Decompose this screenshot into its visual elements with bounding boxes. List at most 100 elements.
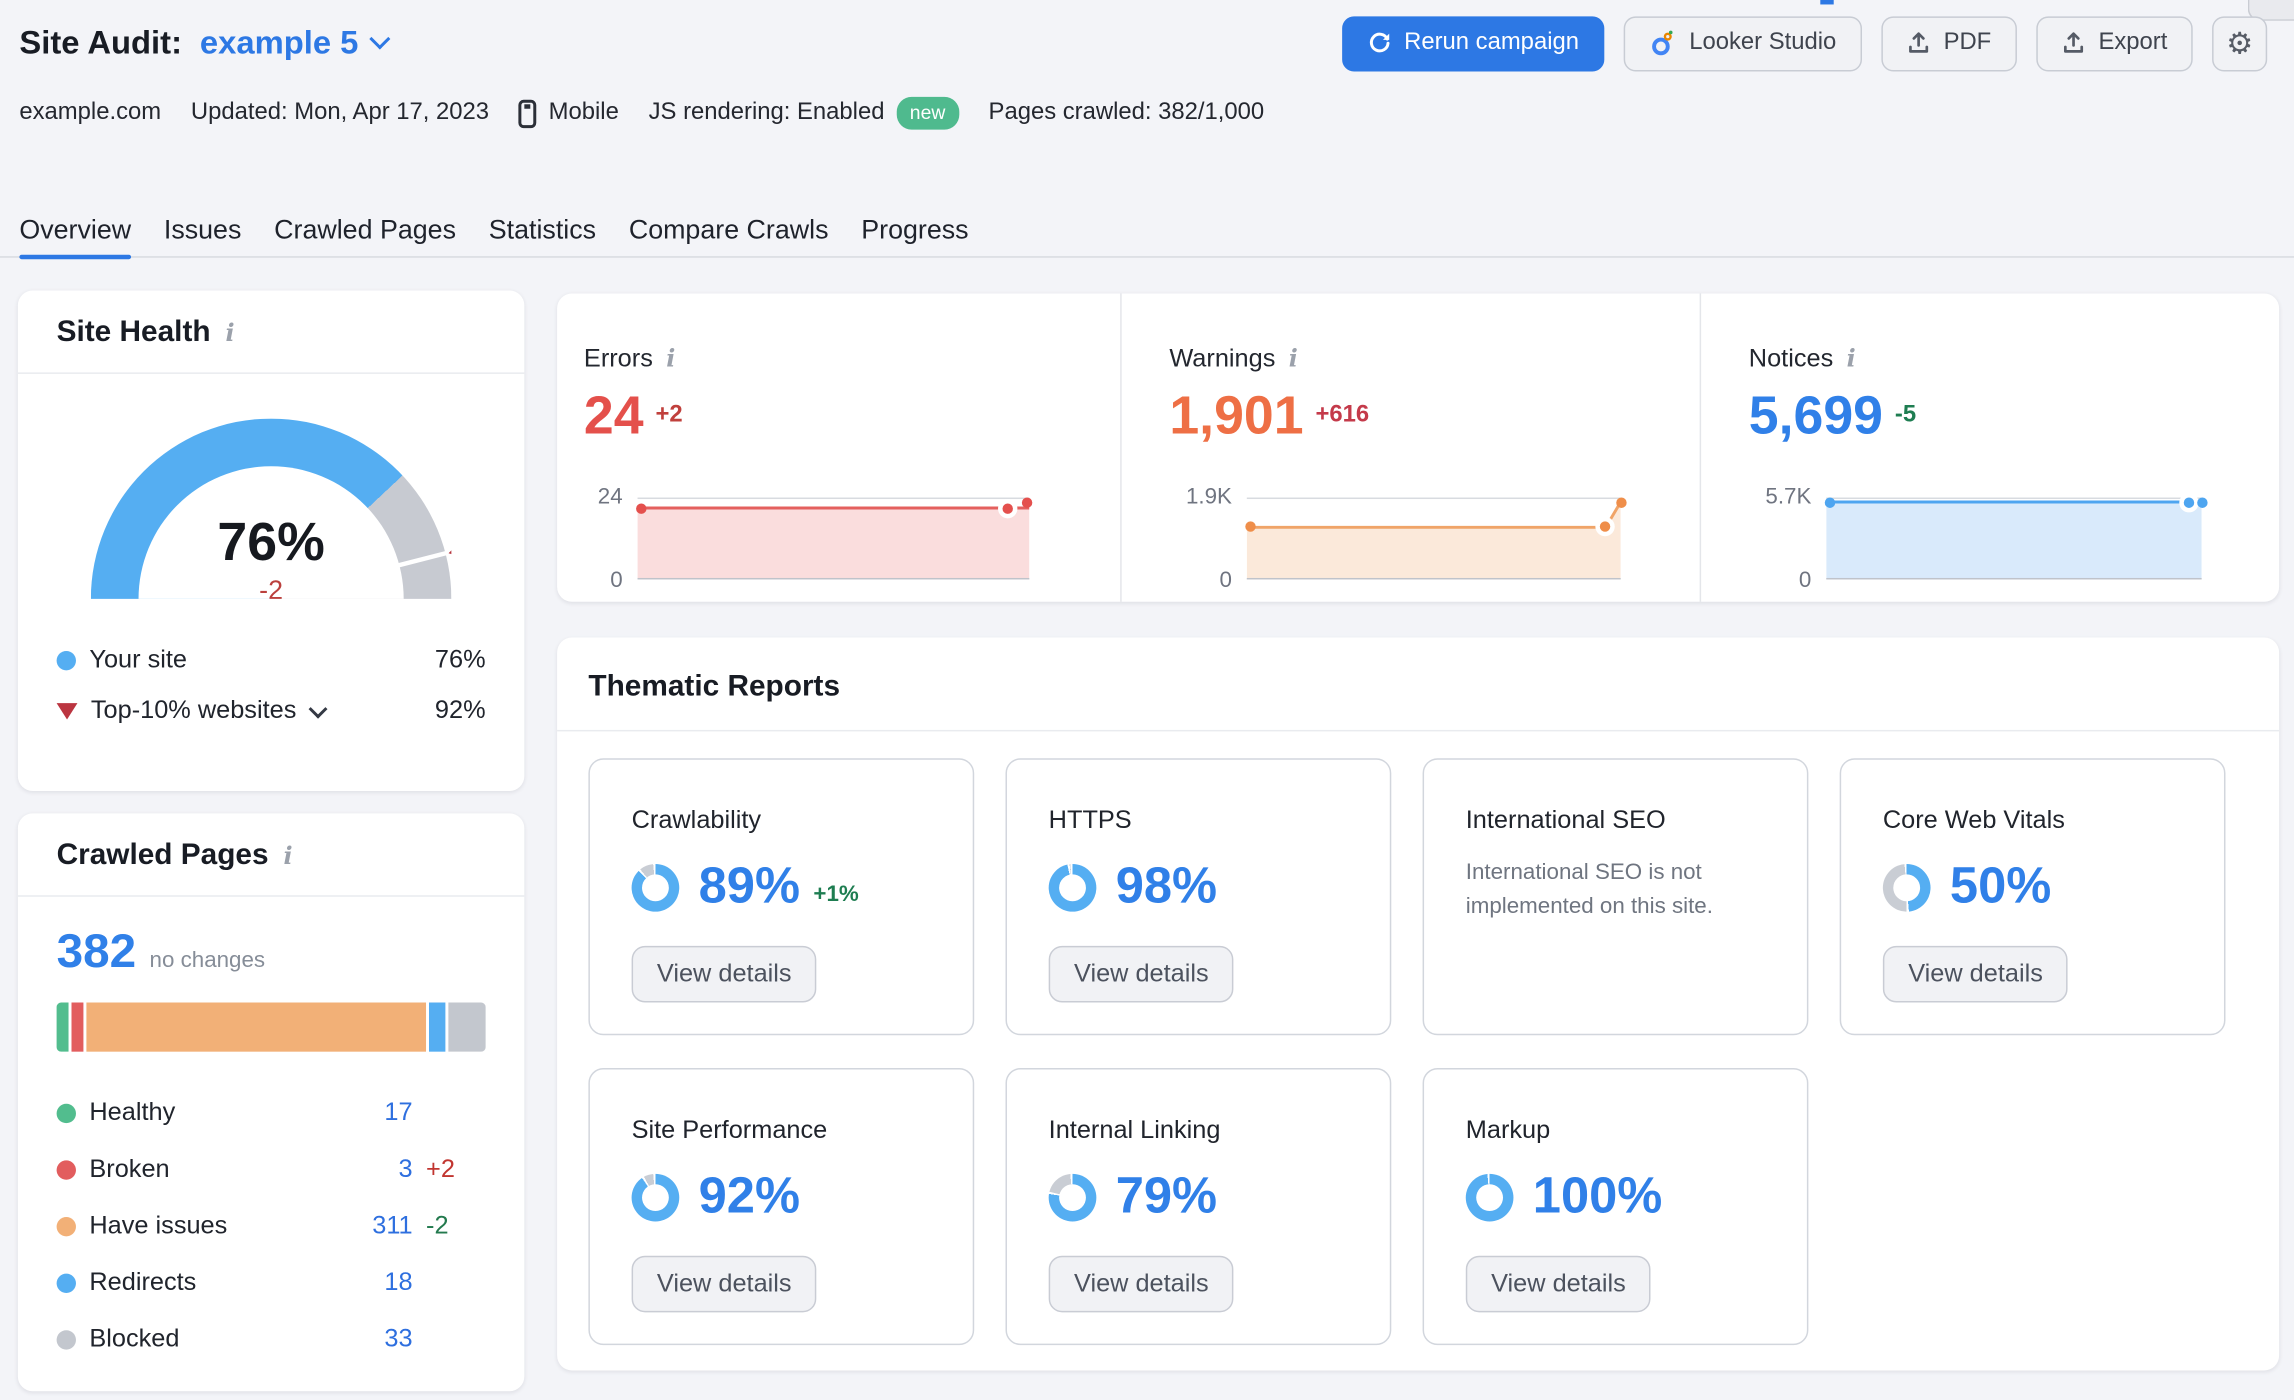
crawled-total: 382: [56, 923, 137, 978]
notices-count: 5,699: [1748, 384, 1884, 446]
view-details-button[interactable]: View details: [1048, 1255, 1235, 1313]
thematic-reports-card: Thematic Reports Crawlability 89% +1% Vi…: [557, 637, 2280, 1371]
warnings-chart: 1.9K 0: [1169, 484, 1699, 593]
report-score-row: 100%: [1465, 1167, 1765, 1226]
view-details-button[interactable]: View details: [631, 945, 817, 1003]
errors-sparkline: [636, 497, 1033, 580]
tab-bar: Overview Issues Crawled Pages Statistics…: [0, 203, 2294, 260]
report-percent: 92%: [698, 1167, 801, 1225]
view-details-button[interactable]: View details: [631, 1255, 817, 1313]
tab-issues[interactable]: Issues: [164, 203, 242, 257]
refresh-icon: [1367, 31, 1391, 55]
info-icon[interactable]: i: [283, 843, 292, 868]
redirects-count[interactable]: 18: [347, 1268, 412, 1298]
benchmark-value: 92%: [434, 695, 486, 724]
report-title: HTTPS: [1048, 805, 1132, 835]
bar-segment-healthy[interactable]: [56, 1002, 70, 1052]
have-issues-label: Have issues: [89, 1211, 228, 1240]
pages-crawled: Pages crawled: 382/1,000: [988, 99, 1265, 126]
y-max-label: 24: [597, 484, 623, 510]
notices-value-row: 5,699 -5: [1749, 384, 2279, 447]
gauge-score: 76% -2: [91, 511, 451, 599]
tab-statistics[interactable]: Statistics: [489, 203, 596, 257]
donut-chart: [1882, 863, 1931, 911]
crawled-pages-card: Crawled Pages i 382 no changes Healthy 1…: [17, 813, 525, 1392]
looker-studio-label: Looker Studio: [1689, 29, 1837, 56]
broken-label: Broken: [89, 1154, 170, 1183]
project-name[interactable]: example 5: [200, 24, 359, 63]
tab-crawled-pages[interactable]: Crawled Pages: [274, 203, 456, 257]
project-selector[interactable]: example 5: [200, 24, 390, 63]
data-point: [1615, 497, 1626, 508]
export-label: Export: [2098, 29, 2168, 56]
chevron-down-icon: [368, 28, 390, 50]
rerun-campaign-label: Rerun campaign: [1404, 29, 1580, 56]
y-max-label: 1.9K: [1185, 484, 1232, 510]
your-site-label: Your site: [89, 645, 187, 674]
legend-row-healthy: Healthy 17: [56, 1090, 486, 1135]
tab-compare-crawls[interactable]: Compare Crawls: [629, 203, 829, 257]
report-card-international-seo: International SEO International SEO is n…: [1422, 758, 1809, 1036]
warnings-title: Warnings: [1169, 344, 1276, 373]
data-point: [636, 502, 647, 514]
device-label: Mobile: [548, 99, 619, 126]
report-percent: 89%: [698, 858, 801, 915]
page-title: Site Audit:: [19, 23, 183, 62]
broken-count[interactable]: 3: [347, 1154, 413, 1184]
crawled-stacked-bar: [56, 1002, 486, 1052]
info-icon[interactable]: i: [666, 346, 675, 371]
y-max-label: 5.7K: [1765, 484, 1812, 510]
rerun-campaign-button[interactable]: Rerun campaign: [1341, 15, 1605, 71]
bar-segment-broken[interactable]: [71, 1002, 83, 1052]
healthy-count[interactable]: 17: [347, 1098, 412, 1128]
view-details-button[interactable]: View details: [1882, 945, 2069, 1003]
data-point: [2196, 497, 2207, 508]
site-health-score: 76%: [217, 510, 325, 573]
crawled-pages-header: Crawled Pages i: [17, 813, 525, 897]
your-site-dot-icon: [56, 650, 76, 670]
settings-button[interactable]: ⚙: [2212, 15, 2268, 71]
redirects-dot-icon: [56, 1272, 76, 1293]
report-percent: 98%: [1115, 858, 1218, 915]
donut-chart: [1048, 1173, 1097, 1221]
looker-studio-button[interactable]: Looker Studio: [1623, 15, 1862, 71]
site-health-header: Site Health i: [17, 290, 525, 374]
view-details-button[interactable]: View details: [1465, 1255, 1652, 1313]
notices-panel: Notices i 5,699 -5 5.7K 0: [1699, 293, 2279, 602]
have-issues-delta: -2: [426, 1211, 449, 1240]
broken-dot-icon: [56, 1159, 76, 1180]
tab-progress[interactable]: Progress: [861, 203, 968, 257]
donut-chart: [1048, 863, 1097, 911]
new-badge: new: [896, 96, 959, 130]
have-issues-count[interactable]: 311: [347, 1211, 412, 1241]
info-icon[interactable]: i: [1847, 346, 1856, 371]
pdf-button[interactable]: PDF: [1881, 15, 2017, 71]
blocked-count[interactable]: 33: [347, 1324, 412, 1354]
js-rendering-status: JS rendering: Enabled new: [649, 96, 959, 130]
notices-sparkline: [1824, 497, 2207, 580]
header: Site Audit: example 5 Rerun campaign Loo…: [19, 15, 2268, 72]
view-details-button[interactable]: View details: [1048, 945, 1235, 1003]
errors-title: Errors: [583, 344, 653, 373]
info-icon[interactable]: i: [1289, 346, 1298, 371]
warnings-sparkline-svg: [1246, 498, 1621, 580]
upload-icon: [2061, 31, 2085, 55]
bar-segment-blocked[interactable]: [448, 1002, 486, 1052]
warnings-panel: Warnings i 1,901 +616 1.9K 0: [1120, 293, 1699, 602]
chevron-down-icon[interactable]: [308, 698, 328, 718]
report-card-core-web-vitals: Core Web Vitals 50% View details: [1839, 758, 2226, 1036]
info-icon[interactable]: i: [225, 320, 234, 345]
thematic-grid: Crawlability 89% +1% View details HTTPS …: [557, 731, 2279, 1346]
tab-overview[interactable]: Overview: [19, 203, 132, 260]
errors-y-axis: 24 0: [584, 484, 638, 593]
errors-chart: 24 0: [584, 484, 1120, 593]
y-min-label: 0: [1219, 567, 1232, 593]
export-button[interactable]: Export: [2035, 15, 2193, 71]
errors-value-row: 24 +2: [584, 384, 1120, 447]
report-message: International SEO is not implemented on …: [1465, 859, 1713, 919]
bar-segment-issues[interactable]: [85, 1002, 426, 1052]
report-percent: 100%: [1532, 1167, 1663, 1225]
errors-delta: +2: [655, 402, 683, 428]
bar-segment-redirects[interactable]: [428, 1002, 446, 1052]
errors-count: 24: [583, 384, 644, 446]
